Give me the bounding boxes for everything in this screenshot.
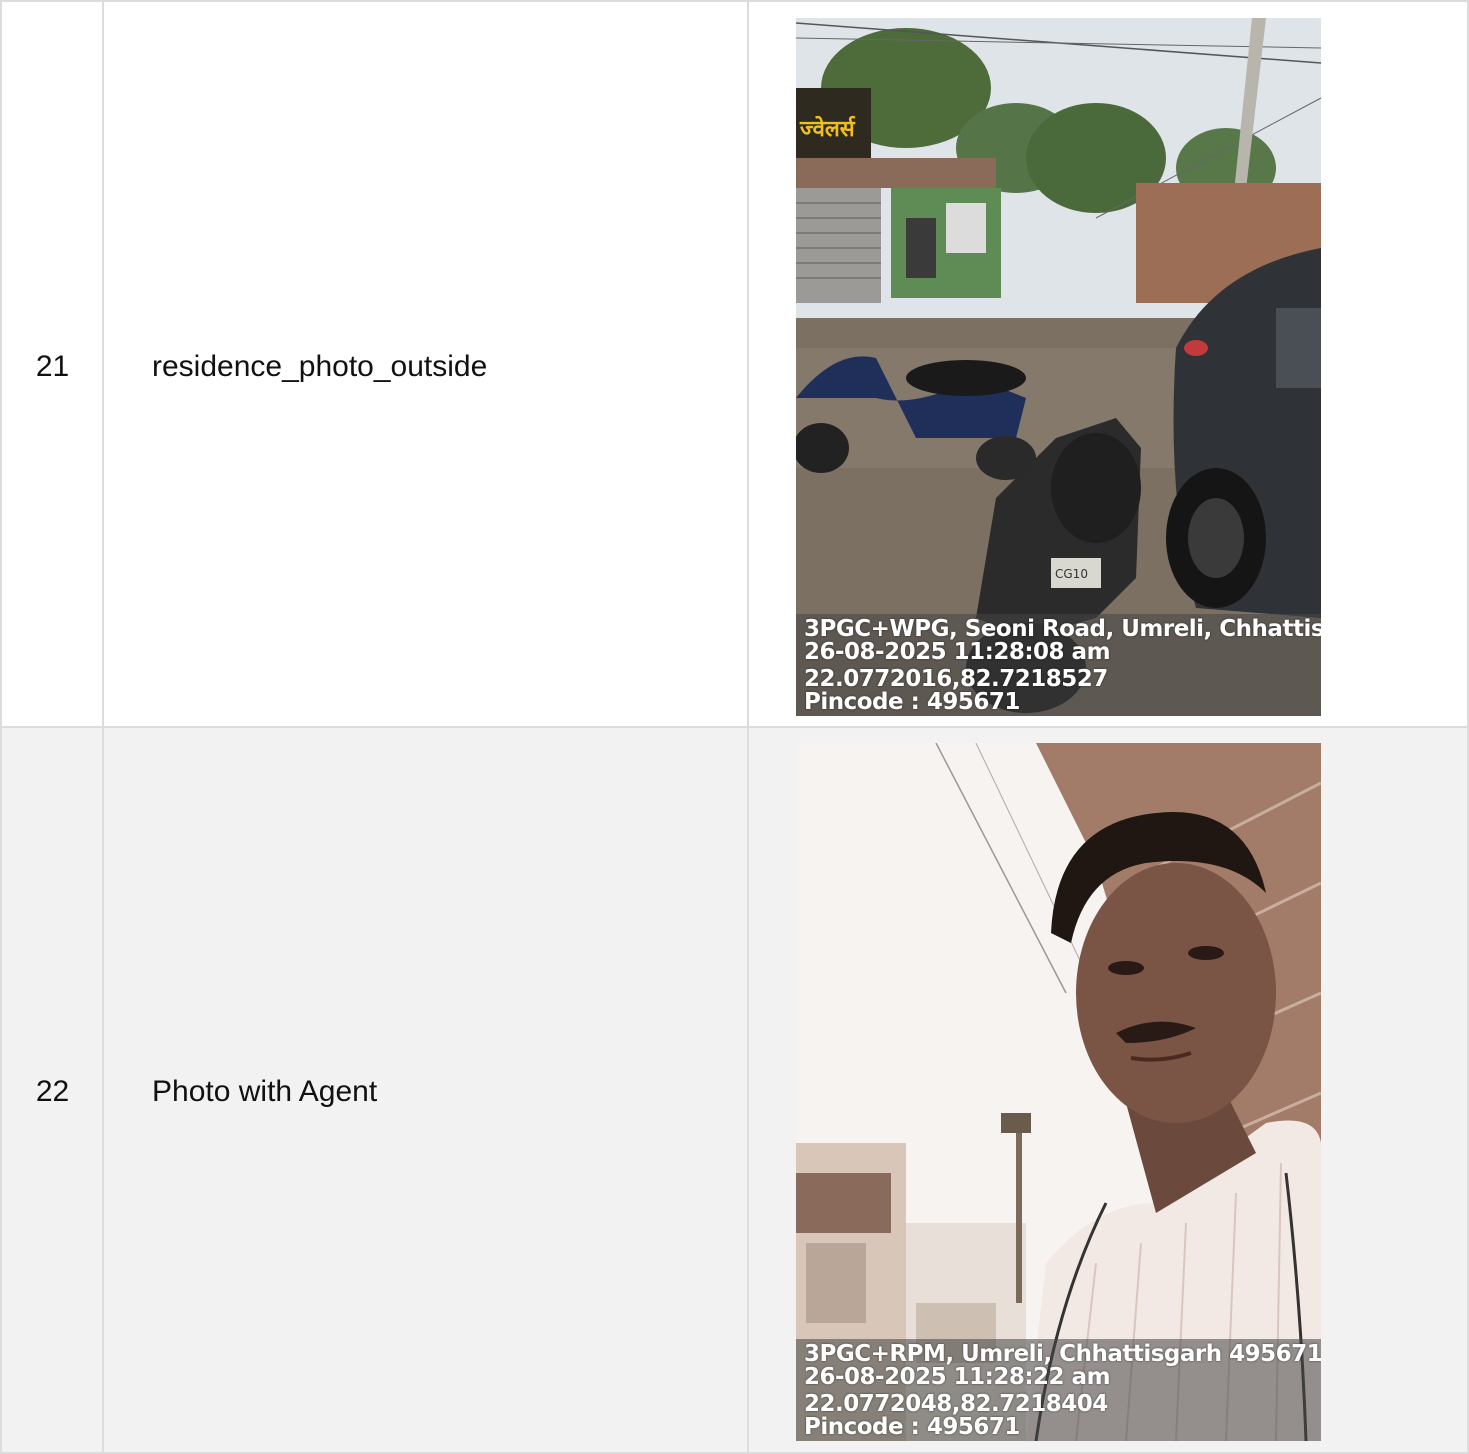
row-number: 22	[35, 1075, 70, 1108]
row-divider	[0, 726, 1469, 728]
column-divider	[0, 0, 2, 1454]
agent-photo[interactable]: 3PGC+RPM, Umreli, Chhattisgarh 495671 26…	[796, 743, 1321, 1441]
table-row: 22 Photo with Agent 3PGC+RPM, Umreli, Ch…	[0, 727, 1469, 1454]
street-scene-image: ज्वेलर्स CG10	[796, 18, 1321, 716]
shop-sign: ज्वेलर्स	[799, 115, 856, 142]
row-label: Photo with Agent	[152, 1075, 378, 1108]
caption-coordinates: 22.0772048,82.7218404	[804, 1391, 1108, 1417]
residence-photo[interactable]: ज्वेलर्स CG10 3PGC+WPG, Seoni Road, Umre…	[796, 18, 1321, 716]
caption-pincode: Pincode : 495671	[804, 689, 1020, 715]
caption-pincode: Pincode : 495671	[804, 1414, 1020, 1440]
photo-caption: 3PGC+WPG, Seoni Road, Umreli, Chhattis 2…	[804, 618, 1321, 714]
caption-address: 3PGC+RPM, Umreli, Chhattisgarh 495671	[804, 1341, 1321, 1367]
number-plate: CG10	[1055, 567, 1088, 581]
table-border-top	[0, 0, 1469, 2]
row-number: 21	[35, 350, 70, 383]
agent-selfie-image	[796, 743, 1321, 1441]
row-label: residence_photo_outside	[152, 350, 488, 383]
caption-datetime: 26-08-2025 11:28:08 am	[804, 639, 1111, 665]
caption-coordinates: 22.0772016,82.7218527	[804, 666, 1108, 692]
table-row: 21 residence_photo_outside ज्वेलर्स CG10…	[0, 0, 1469, 727]
caption-datetime: 26-08-2025 11:28:22 am	[804, 1364, 1111, 1390]
photo-table: 21 residence_photo_outside ज्वेलर्स CG10…	[0, 0, 1469, 1454]
column-divider	[102, 0, 104, 1454]
column-divider	[747, 0, 749, 1454]
photo-caption: 3PGC+RPM, Umreli, Chhattisgarh 495671 26…	[804, 1343, 1321, 1439]
caption-address: 3PGC+WPG, Seoni Road, Umreli, Chhattis	[804, 616, 1321, 642]
